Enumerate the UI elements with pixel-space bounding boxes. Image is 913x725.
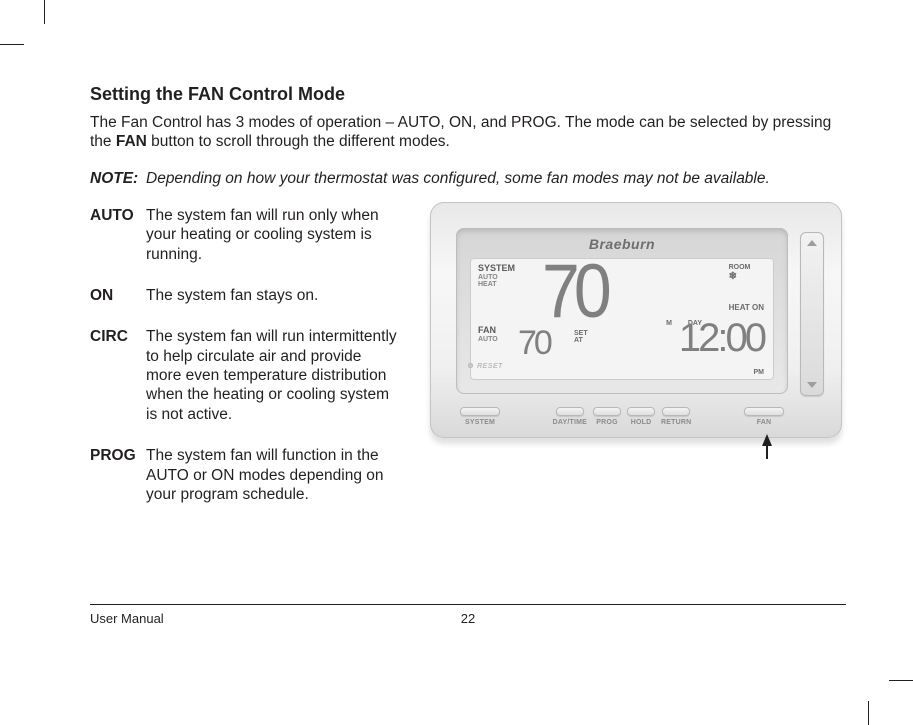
- def-desc: The system fan will function in the AUTO…: [146, 446, 400, 504]
- lcd-pm: PM: [754, 369, 765, 376]
- lcd-system-label: SYSTEM: [478, 264, 515, 274]
- def-auto: AUTO The system fan will run only when y…: [90, 206, 400, 264]
- def-term: CIRC: [90, 327, 134, 424]
- lcd-clock: 12:00: [679, 316, 764, 361]
- def-circ: CIRC The system fan will run intermitten…: [90, 327, 400, 424]
- button-row: SYSTEM DAY/TIME PROG HOLD: [460, 407, 784, 426]
- system-button-label: SYSTEM: [465, 419, 495, 426]
- intro-post: button to scroll through the different m…: [147, 133, 450, 150]
- footer-rule: [90, 604, 846, 605]
- reset-label: RESET: [468, 363, 503, 370]
- lcd-screen: SYSTEM AUTO HEAT FAN AUTO 70 ROOM ❄ HE: [470, 258, 774, 380]
- lcd-set-at: SET AT: [574, 330, 588, 345]
- intro-bold: FAN: [116, 133, 147, 150]
- def-desc: The system fan will run intermittently t…: [146, 327, 400, 424]
- note-row: NOTE: Depending on how your thermostat w…: [90, 170, 846, 188]
- daytime-button-col: DAY/TIME: [553, 407, 587, 426]
- lcd-heat-on: HEAT ON: [729, 303, 764, 313]
- brand-label: Braeburn: [456, 236, 788, 252]
- return-button[interactable]: [662, 407, 690, 416]
- chevron-up-icon: [807, 240, 817, 246]
- lcd-m-indicator: M: [666, 320, 672, 327]
- page-content: Setting the FAN Control Mode The Fan Con…: [90, 84, 846, 504]
- hold-button-label: HOLD: [631, 419, 652, 426]
- thermostat-illustration: Braeburn SYSTEM AUTO HEAT FAN AUTO 70: [426, 198, 846, 452]
- note-text: Depending on how your thermostat was con…: [146, 170, 770, 188]
- fan-callout-arrow-icon: [762, 434, 772, 446]
- definition-list: AUTO The system fan will run only when y…: [90, 206, 400, 505]
- prog-button[interactable]: [593, 407, 621, 416]
- def-term: PROG: [90, 446, 134, 504]
- lcd-fan-block: FAN AUTO: [478, 326, 498, 344]
- chevron-down-icon: [807, 382, 817, 388]
- prog-button-col: PROG: [593, 407, 621, 426]
- lcd-system-auto: AUTO: [478, 274, 515, 282]
- page-footer: User Manual 22: [90, 604, 846, 626]
- lcd-system-block: SYSTEM AUTO HEAT: [478, 264, 515, 289]
- lcd-room-block: ROOM ❄ HEAT ON: [729, 264, 764, 312]
- def-desc: The system fan will run only when your h…: [146, 206, 400, 264]
- def-on: ON The system fan stays on.: [90, 286, 400, 305]
- intro-paragraph: The Fan Control has 3 modes of operation…: [90, 113, 846, 152]
- thermostat-face: Braeburn SYSTEM AUTO HEAT FAN AUTO 70: [456, 228, 788, 394]
- lcd-set-temp: 70: [518, 324, 550, 363]
- def-term: AUTO: [90, 206, 134, 264]
- def-desc: The system fan stays on.: [146, 286, 400, 305]
- lcd-at: AT: [574, 337, 588, 344]
- lcd-main-temp: 70: [542, 258, 606, 335]
- fan-button-label: FAN: [757, 419, 772, 426]
- def-prog: PROG The system fan will function in the…: [90, 446, 400, 504]
- lcd-set: SET: [574, 330, 588, 337]
- note-label: NOTE:: [90, 170, 134, 188]
- footer-page-number: 22: [461, 611, 475, 626]
- footer-doc-label: User Manual: [90, 611, 164, 626]
- lcd-system-heat: HEAT: [478, 281, 515, 289]
- daytime-button[interactable]: [556, 407, 584, 416]
- hold-button-col: HOLD: [627, 407, 655, 426]
- fan-button[interactable]: [744, 407, 784, 416]
- page-heading: Setting the FAN Control Mode: [90, 84, 846, 105]
- lcd-fan-label: FAN: [478, 326, 498, 336]
- system-button[interactable]: [460, 407, 500, 416]
- return-button-col: RETURN: [661, 407, 691, 426]
- prog-button-label: PROG: [596, 419, 617, 426]
- snowflake-icon: ❄: [729, 272, 737, 282]
- lcd-fan-mode: AUTO: [478, 336, 498, 344]
- system-button-col: SYSTEM: [460, 407, 500, 426]
- def-term: ON: [90, 286, 134, 305]
- return-button-label: RETURN: [661, 419, 691, 426]
- temp-rocker[interactable]: [800, 232, 824, 396]
- hold-button[interactable]: [627, 407, 655, 416]
- daytime-button-label: DAY/TIME: [553, 419, 587, 426]
- fan-button-col: FAN: [744, 407, 784, 426]
